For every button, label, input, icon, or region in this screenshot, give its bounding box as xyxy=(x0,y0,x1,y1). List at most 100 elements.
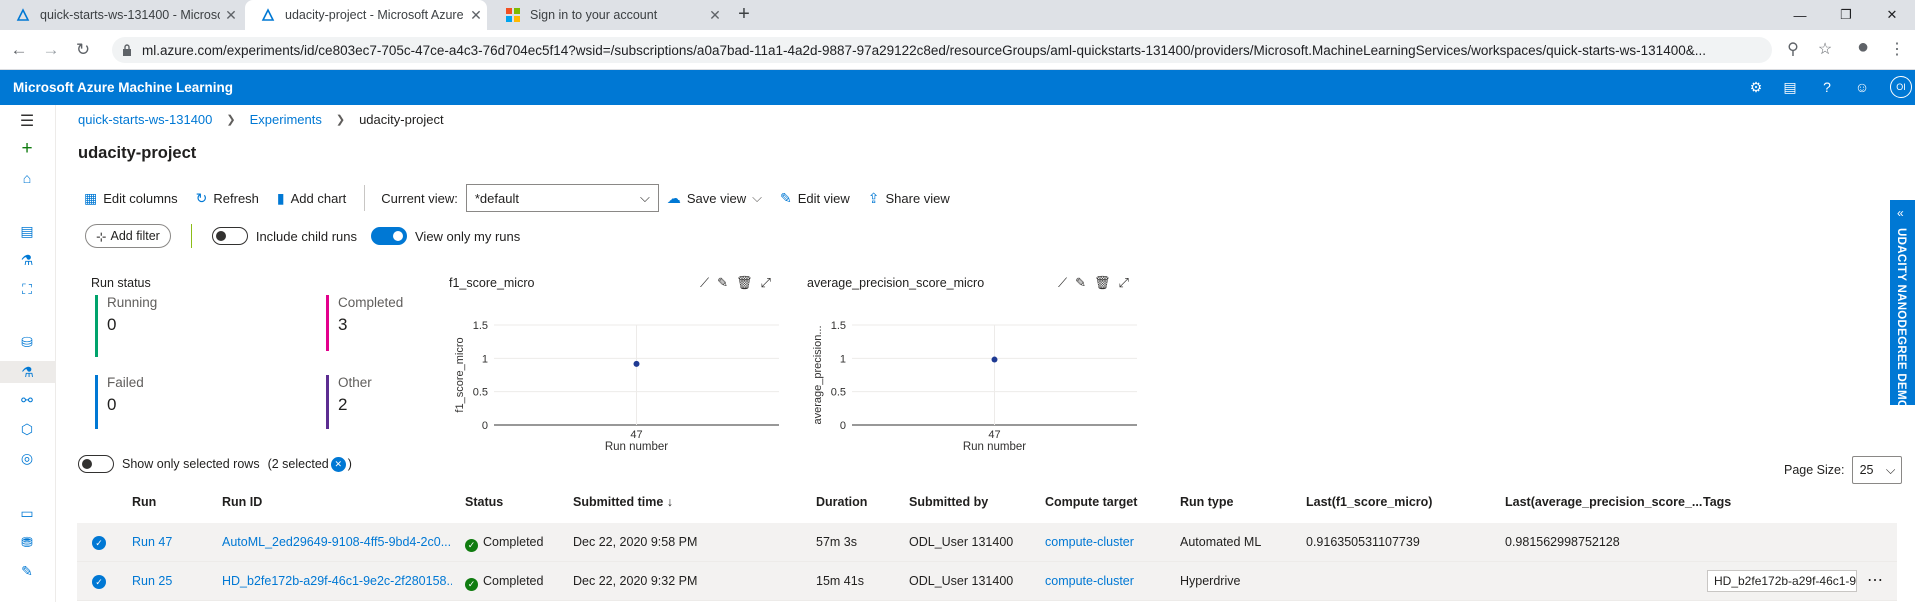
automl-icon[interactable]: ⚗ xyxy=(17,250,37,270)
experiments-icon[interactable]: ⚗ xyxy=(0,361,55,383)
col-header-duration[interactable]: Duration xyxy=(816,495,867,509)
submitted-by-cell: ODL_User 131400 xyxy=(909,574,1014,588)
pipelines-icon[interactable]: ⚯ xyxy=(17,390,37,410)
azure-header: Microsoft Azure Machine Learning ⚙ ▤ ? ☺… xyxy=(0,70,1915,105)
endpoints-icon[interactable]: ◎ xyxy=(17,448,37,468)
refresh-button[interactable]: ↻ Refresh xyxy=(196,190,259,207)
app-title[interactable]: Microsoft Azure Machine Learning xyxy=(13,80,233,95)
close-window-icon[interactable]: ✕ xyxy=(1869,7,1915,23)
col-header-status[interactable]: Status xyxy=(465,495,503,509)
tab-title: quick-starts-ws-131400 - Microsoft xyxy=(40,8,220,22)
compute-target-link[interactable]: compute-cluster xyxy=(1045,574,1134,588)
tab-title: Sign in to your account xyxy=(530,8,658,22)
close-tab-icon[interactable]: ✕ xyxy=(220,7,242,24)
col-header-submitted-time[interactable]: Submitted time ↓ xyxy=(573,495,673,509)
run-id-link[interactable]: AutoML_2ed29649-9108-4ff5-9bd4-2c0... xyxy=(222,535,452,549)
breadcrumb-experiments[interactable]: Experiments xyxy=(250,112,322,127)
run-id-link[interactable]: HD_b2fe172b-a29f-46c1-9e2c-2f280158... xyxy=(222,574,452,588)
notifications-icon[interactable]: ▤ xyxy=(1781,78,1799,96)
filter-divider xyxy=(190,224,192,248)
url-field[interactable]: ml.azure.com/experiments/id/ce803ec7-705… xyxy=(112,37,1772,63)
col-header-tags[interactable]: Tags xyxy=(1703,495,1731,509)
notebooks-icon[interactable]: ▤ xyxy=(17,221,37,241)
create-new-plus-icon[interactable]: + xyxy=(17,138,37,159)
current-view-value: *default xyxy=(474,190,519,206)
add-filter-button[interactable]: ⊹ Add filter xyxy=(85,224,171,248)
labeling-icon[interactable]: ✎ xyxy=(17,561,37,581)
completed-check-icon: ✓ xyxy=(465,578,478,591)
more-menu-icon[interactable]: ⋮ xyxy=(1886,39,1908,59)
avatar[interactable]: OI xyxy=(1890,76,1912,98)
address-bar-row: ← → ↻ ml.azure.com/experiments/id/ce803e… xyxy=(0,30,1915,70)
datastores-icon[interactable]: ⛃ xyxy=(17,532,37,552)
models-icon[interactable]: ⬡ xyxy=(17,419,37,439)
edit-columns-button[interactable]: ▦ Edit columns xyxy=(84,190,178,207)
table-header: Run Run ID Status Submitted time ↓ Durat… xyxy=(77,490,1897,516)
y-tick-label: 1 xyxy=(840,353,846,365)
status-label: Failed xyxy=(107,375,144,390)
close-tab-icon[interactable]: ✕ xyxy=(465,7,487,24)
col-header-compute-target[interactable]: Compute target xyxy=(1045,495,1137,509)
back-icon[interactable]: ← xyxy=(9,40,29,60)
col-header-run-id[interactable]: Run ID xyxy=(222,495,262,509)
edit-view-button[interactable]: ✎ Edit view xyxy=(780,190,850,207)
more-options-icon[interactable]: ⋯ xyxy=(1867,570,1883,590)
home-icon[interactable]: ⌂ xyxy=(17,168,37,188)
table-row[interactable]: ✓ Run 47 AutoML_2ed29649-9108-4ff5-9bd4-… xyxy=(77,523,1897,562)
average-precision-cell: 0.981562998752128 xyxy=(1505,535,1620,549)
run-link[interactable]: Run 47 xyxy=(132,535,172,549)
row-checkbox-checked-icon[interactable]: ✓ xyxy=(92,536,106,550)
duration-cell: 15m 41s xyxy=(816,574,864,588)
profile-icon[interactable]: ● xyxy=(1852,36,1874,59)
show-only-selected-toggle[interactable] xyxy=(78,455,114,473)
side-panel-tab[interactable]: « UDACITY NANODEGREE DEMO xyxy=(1890,200,1915,409)
browser-tab[interactable]: quick-starts-ws-131400 - Microsoft ✕ xyxy=(0,0,242,30)
status-count: 3 xyxy=(338,315,348,334)
col-header-submitted-by[interactable]: Submitted by xyxy=(909,495,988,509)
y-axis-label: average_precision... xyxy=(812,325,824,424)
x-axis-label: Run number xyxy=(963,441,1026,453)
close-tab-icon[interactable]: ✕ xyxy=(704,7,726,24)
duration-cell: 57m 3s xyxy=(816,535,857,549)
bookmark-star-icon[interactable]: ☆ xyxy=(1814,39,1836,59)
row-checkbox-checked-icon[interactable]: ✓ xyxy=(92,575,106,589)
minimize-icon[interactable]: — xyxy=(1777,8,1823,23)
breadcrumb-workspace[interactable]: quick-starts-ws-131400 xyxy=(78,112,212,127)
page-size-dropdown[interactable]: 25 ⌵ xyxy=(1852,456,1903,484)
forward-icon[interactable]: → xyxy=(41,40,61,60)
compute-target-link[interactable]: compute-cluster xyxy=(1045,535,1134,549)
col-header-run[interactable]: Run xyxy=(132,495,156,509)
feedback-smiley-icon[interactable]: ☺ xyxy=(1853,78,1871,96)
zoom-icon[interactable]: ⚲ xyxy=(1782,39,1804,59)
status-label: Running xyxy=(107,295,158,310)
run-link[interactable]: Run 25 xyxy=(132,574,172,588)
submitted-time-cell: Dec 22, 2020 9:32 PM xyxy=(573,574,698,588)
col-header-f1[interactable]: Last(f1_score_micro) xyxy=(1306,495,1432,509)
datasets-icon[interactable]: ⛁ xyxy=(17,332,37,352)
include-child-runs-toggle[interactable] xyxy=(211,227,248,245)
browser-tab[interactable]: Sign in to your account ✕ xyxy=(490,0,726,30)
chevron-right-icon: ❯ xyxy=(335,114,346,126)
share-view-button[interactable]: ⇪ Share view xyxy=(868,190,950,207)
current-view-dropdown[interactable]: *default ⌵ xyxy=(465,184,659,212)
browser-tab-active[interactable]: udacity-project - Microsoft Azure ✕ xyxy=(245,0,487,30)
settings-gear-icon[interactable]: ⚙ xyxy=(1747,78,1765,96)
compute-icon[interactable]: ▭ xyxy=(17,503,37,523)
designer-icon[interactable]: ⛶ xyxy=(17,279,37,299)
tag-chip[interactable]: HD_b2fe172b-a29f-46c1-9e xyxy=(1707,570,1857,592)
breadcrumb: quick-starts-ws-131400 ❯ Experiments ❯ u… xyxy=(78,112,444,127)
col-header-run-type[interactable]: Run type xyxy=(1180,495,1233,509)
restore-icon[interactable]: ❐ xyxy=(1823,7,1869,23)
y-tick-label: 1.5 xyxy=(473,320,488,332)
save-view-button[interactable]: ☁ Save view ⌵ xyxy=(667,190,762,207)
help-icon[interactable]: ? xyxy=(1818,78,1836,96)
view-only-my-runs-toggle[interactable] xyxy=(371,227,407,245)
add-chart-button[interactable]: ▮ Add chart xyxy=(277,190,346,207)
reload-icon[interactable]: ↻ xyxy=(73,40,93,60)
table-row[interactable]: ✓ Run 25 HD_b2fe172b-a29f-46c1-9e2c-2f28… xyxy=(77,562,1897,601)
hamburger-menu-icon[interactable]: ☰ xyxy=(17,111,37,131)
new-tab-button[interactable]: + xyxy=(732,3,756,27)
clear-selection-icon[interactable]: ✕ xyxy=(330,456,346,472)
add-filter-label: Add filter xyxy=(110,229,160,243)
col-header-average-precision[interactable]: Last(average_precision_score_... xyxy=(1505,495,1702,509)
